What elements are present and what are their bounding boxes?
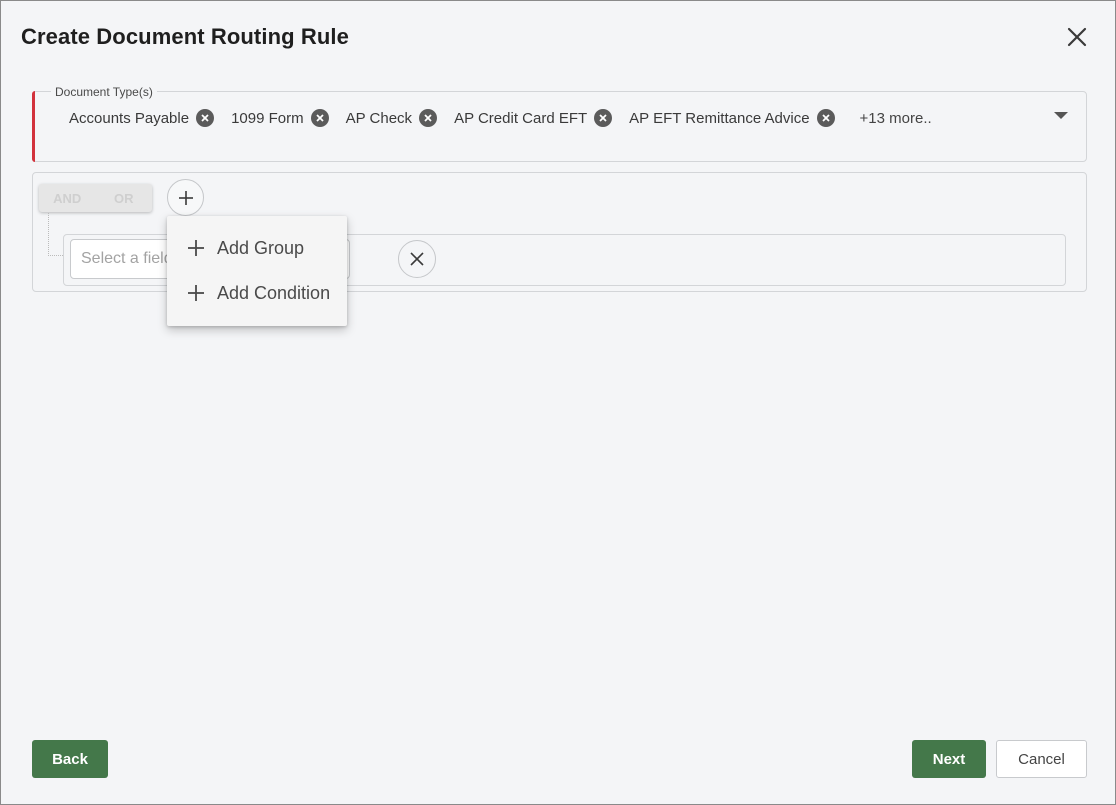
plus-icon: [188, 285, 204, 301]
chip-label: AP EFT Remittance Advice: [629, 109, 810, 127]
menu-item-label: Add Condition: [217, 282, 331, 303]
document-types-field[interactable]: Document Type(s) Accounts Payable 1099 F…: [32, 85, 1087, 162]
error-indicator: [32, 91, 35, 162]
chip-document-type: AP Credit Card EFT: [454, 109, 613, 127]
remove-chip-icon[interactable]: [594, 109, 613, 127]
close-icon[interactable]: [1063, 23, 1091, 51]
chip-document-type: AP EFT Remittance Advice: [629, 109, 835, 127]
chip-label: AP Check: [345, 109, 413, 127]
add-rule-button[interactable]: [167, 179, 204, 216]
plus-icon: [178, 190, 193, 205]
chip-document-type: AP Check: [345, 109, 438, 127]
dialog-title: Create Document Routing Rule: [21, 24, 349, 49]
chip-label: AP Credit Card EFT: [454, 109, 588, 127]
document-type-chips: Accounts Payable 1099 Form AP Check AP C…: [69, 109, 932, 127]
more-document-types[interactable]: +13 more..: [860, 110, 932, 127]
document-types-label: Document Type(s): [51, 85, 157, 99]
next-button[interactable]: Next: [912, 740, 986, 778]
caret-down-icon[interactable]: [1053, 107, 1069, 119]
chip-label: 1099 Form: [231, 109, 304, 127]
and-option[interactable]: AND: [39, 191, 96, 206]
remove-condition-button[interactable]: [398, 240, 436, 278]
menu-item-add-group[interactable]: Add Group: [167, 226, 347, 270]
remove-chip-icon[interactable]: [196, 109, 215, 127]
remove-chip-icon[interactable]: [816, 109, 835, 127]
chip-label: Accounts Payable: [69, 109, 190, 127]
remove-chip-icon[interactable]: [310, 109, 329, 127]
close-icon: [410, 252, 424, 266]
add-menu: Add Group Add Condition: [167, 216, 347, 326]
plus-icon: [188, 240, 204, 256]
chip-document-type: Accounts Payable: [69, 109, 215, 127]
and-or-toggle[interactable]: AND OR: [39, 184, 152, 212]
cancel-button[interactable]: Cancel: [996, 740, 1087, 778]
tree-connector: [48, 213, 63, 256]
create-routing-rule-dialog: Create Document Routing Rule Document Ty…: [0, 0, 1116, 805]
menu-item-add-condition[interactable]: Add Condition: [167, 271, 347, 315]
back-button[interactable]: Back: [32, 740, 108, 778]
remove-chip-icon[interactable]: [419, 109, 438, 127]
chip-document-type: 1099 Form: [231, 109, 329, 127]
menu-item-label: Add Group: [217, 237, 305, 258]
or-option[interactable]: OR: [96, 191, 153, 206]
